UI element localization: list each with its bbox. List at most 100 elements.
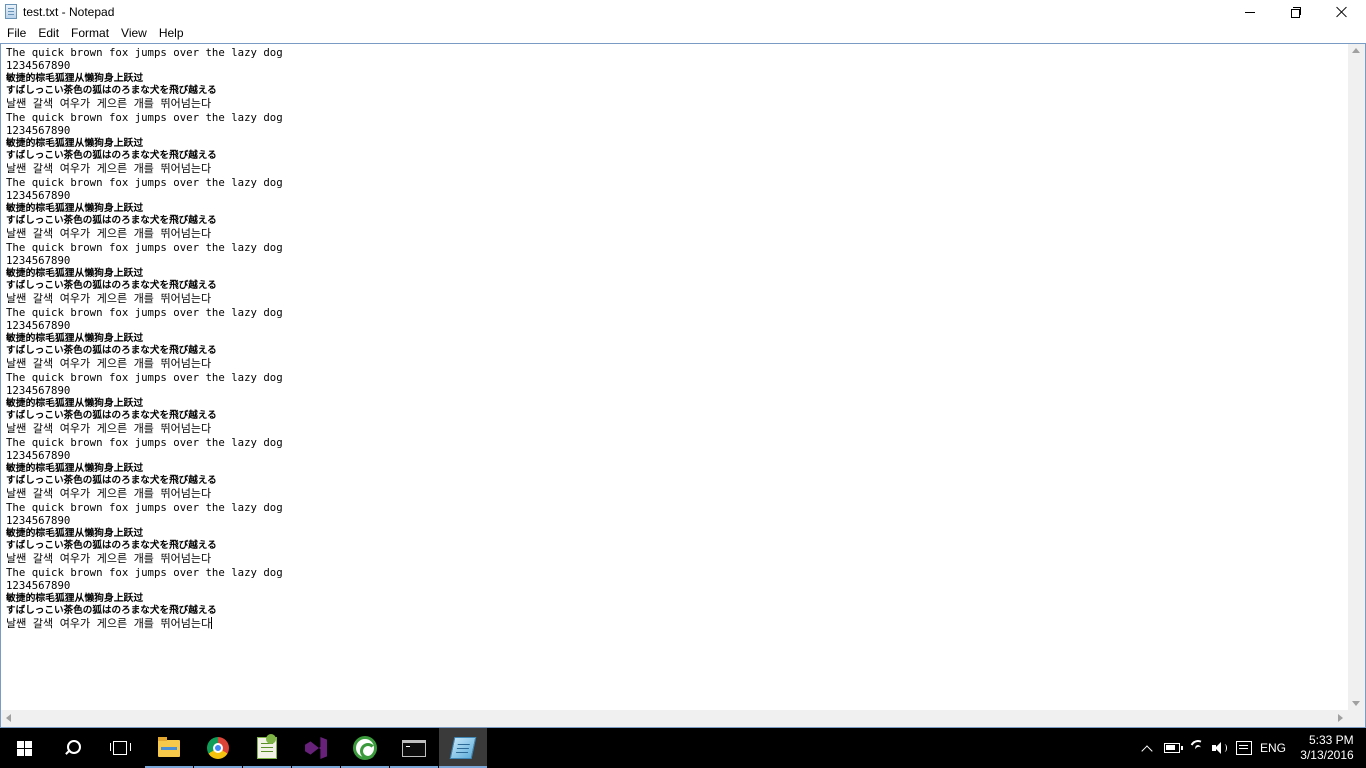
show-hidden-icons-button[interactable] [1136, 728, 1158, 768]
text-line: すばしっこい茶色の狐はのろまな犬を飛び越える [6, 280, 217, 291]
text-line: The quick brown fox jumps over the lazy … [6, 241, 283, 254]
text-line: 날쌘 갈색 여우가 게으른 개를 뛰어넘는다 [6, 487, 212, 500]
text-line: The quick brown fox jumps over the lazy … [6, 371, 283, 384]
text-line: 敏捷的棕毛狐狸从懒狗身上跃过 [6, 268, 144, 279]
language-indicator[interactable]: ENG [1256, 728, 1290, 768]
text-caret [211, 617, 213, 629]
text-editor[interactable]: The quick brown fox jumps over the lazy … [0, 43, 1366, 728]
text-line: 날쌘 갈색 여우가 게으른 개를 뛰어넘는다 [6, 357, 212, 370]
vertical-scrollbar[interactable] [1348, 44, 1365, 710]
text-line: 날쌘 갈색 여우가 게으른 개를 뛰어넘는다 [6, 97, 212, 110]
file-explorer-button[interactable] [145, 728, 193, 768]
minimize-icon [1245, 11, 1255, 13]
menu-help[interactable]: Help [153, 24, 190, 43]
restore-button[interactable] [1273, 0, 1319, 24]
command-prompt-button[interactable] [390, 728, 438, 768]
text-line: 1234567890 [6, 514, 71, 527]
text-line: すばしっこい茶色の狐はのろまな犬を飛び越える [6, 215, 217, 226]
text-line: 敏捷的棕毛狐狸从懒狗身上跃过 [6, 73, 144, 84]
chrome-icon [207, 737, 229, 759]
network-button[interactable] [1186, 728, 1210, 768]
text-line: 敏捷的棕毛狐狸从懒狗身上跃过 [6, 593, 144, 604]
text-line: 날쌘 갈색 여우가 게으른 개를 뛰어넘는다 [6, 162, 212, 175]
text-line: 1234567890 [6, 384, 71, 397]
text-line: 1234567890 [6, 319, 71, 332]
chevron-up-icon [1141, 744, 1153, 757]
notepad-icon [449, 737, 477, 759]
minimize-button[interactable] [1227, 0, 1273, 24]
clock-time: 5:33 PM [1308, 733, 1354, 747]
text-line: 날쌘 갈색 여우가 게으른 개를 뛰어넘는다 [6, 227, 212, 240]
battery-icon [1164, 743, 1183, 753]
text-line: 1234567890 [6, 124, 71, 137]
close-icon [1336, 6, 1348, 18]
search-icon [64, 740, 81, 756]
clock-date: 3/13/2016 [1300, 748, 1354, 762]
notepad-app-icon[interactable] [5, 4, 17, 19]
text-line: すばしっこい茶色の狐はのろまな犬を飛び越える [6, 605, 217, 616]
text-line: 敏捷的棕毛狐狸从懒狗身上跃过 [6, 528, 144, 539]
wifi-icon [1187, 737, 1209, 759]
scroll-down-icon[interactable] [1352, 701, 1360, 706]
text-line: The quick brown fox jumps over the lazy … [6, 111, 283, 124]
action-center-button[interactable] [1232, 728, 1256, 768]
text-line: すばしっこい茶色の狐はのろまな犬を飛び越える [6, 540, 217, 551]
text-line: 敏捷的棕毛狐狸从懒狗身上跃过 [6, 333, 144, 344]
menu-view[interactable]: View [115, 24, 153, 43]
recycle-icon [353, 736, 377, 760]
notepad-button[interactable] [439, 728, 487, 768]
text-line: 1234567890 [6, 59, 71, 72]
horizontal-scrollbar[interactable] [1, 710, 1348, 727]
text-line: 날쌘 갈색 여우가 게으른 개를 뛰어넘는다 [6, 552, 212, 565]
text-line: 1234567890 [6, 449, 71, 462]
task-view-button[interactable] [96, 728, 144, 768]
text-line: すばしっこい茶色の狐はのろまな犬を飛び越える [6, 475, 217, 486]
text-line: The quick brown fox jumps over the lazy … [6, 566, 283, 579]
task-view-icon [110, 741, 131, 755]
text-line: 敏捷的棕毛狐狸从懒狗身上跃过 [6, 203, 144, 214]
scroll-left-icon[interactable] [6, 714, 11, 722]
restore-icon [1291, 7, 1301, 18]
text-line: 敏捷的棕毛狐狸从懒狗身上跃过 [6, 463, 144, 474]
text-line: 敏捷的棕毛狐狸从懒狗身上跃过 [6, 138, 144, 149]
text-line: The quick brown fox jumps over the lazy … [6, 436, 283, 449]
chrome-button[interactable] [194, 728, 242, 768]
text-line: The quick brown fox jumps over the lazy … [6, 306, 283, 319]
text-line: 날쌘 갈색 여우가 게으른 개를 뛰어넘는다 [6, 422, 212, 435]
recycle-app-button[interactable] [341, 728, 389, 768]
text-line: すばしっこい茶色の狐はのろまな犬を飛び越える [6, 150, 217, 161]
text-line: 敏捷的棕毛狐狸从懒狗身上跃过 [6, 398, 144, 409]
close-button[interactable] [1319, 0, 1365, 24]
search-button[interactable] [48, 728, 96, 768]
clock[interactable]: 5:33 PM 3/13/2016 [1296, 728, 1358, 768]
text-line: 날쌘 갈색 여우가 게으른 개를 뛰어넘는다 [6, 617, 213, 630]
menu-bar: File Edit Format View Help [0, 24, 1366, 43]
notepad-plus-plus-icon [257, 734, 277, 759]
scrollbar-corner [1348, 710, 1365, 727]
text-line: 1234567890 [6, 579, 71, 592]
windows-logo-icon [16, 740, 32, 756]
text-line: 날쌘 갈색 여우가 게으른 개를 뛰어넘는다 [6, 292, 212, 305]
speaker-icon [1212, 741, 1228, 755]
folder-icon [158, 736, 180, 757]
scroll-right-icon[interactable] [1338, 714, 1343, 722]
visual-studio-icon [305, 737, 327, 759]
volume-button[interactable] [1208, 728, 1232, 768]
battery-button[interactable] [1160, 728, 1184, 768]
scroll-up-icon[interactable] [1352, 48, 1360, 53]
text-area[interactable]: The quick brown fox jumps over the lazy … [6, 46, 1346, 711]
text-line: The quick brown fox jumps over the lazy … [6, 176, 283, 189]
start-button[interactable] [0, 728, 48, 768]
menu-format[interactable]: Format [65, 24, 115, 43]
text-line: 1234567890 [6, 189, 71, 202]
action-center-icon [1236, 741, 1252, 755]
window-title: test.txt - Notepad [23, 5, 115, 19]
menu-file[interactable]: File [0, 24, 32, 43]
command-prompt-icon [402, 739, 426, 757]
title-bar[interactable]: test.txt - Notepad [0, 0, 1366, 24]
notepad-plus-plus-button[interactable] [243, 728, 291, 768]
visual-studio-button[interactable] [292, 728, 340, 768]
text-line: すばしっこい茶色の狐はのろまな犬を飛び越える [6, 410, 217, 421]
text-line: すばしっこい茶色の狐はのろまな犬を飛び越える [6, 345, 217, 356]
menu-edit[interactable]: Edit [32, 24, 65, 43]
